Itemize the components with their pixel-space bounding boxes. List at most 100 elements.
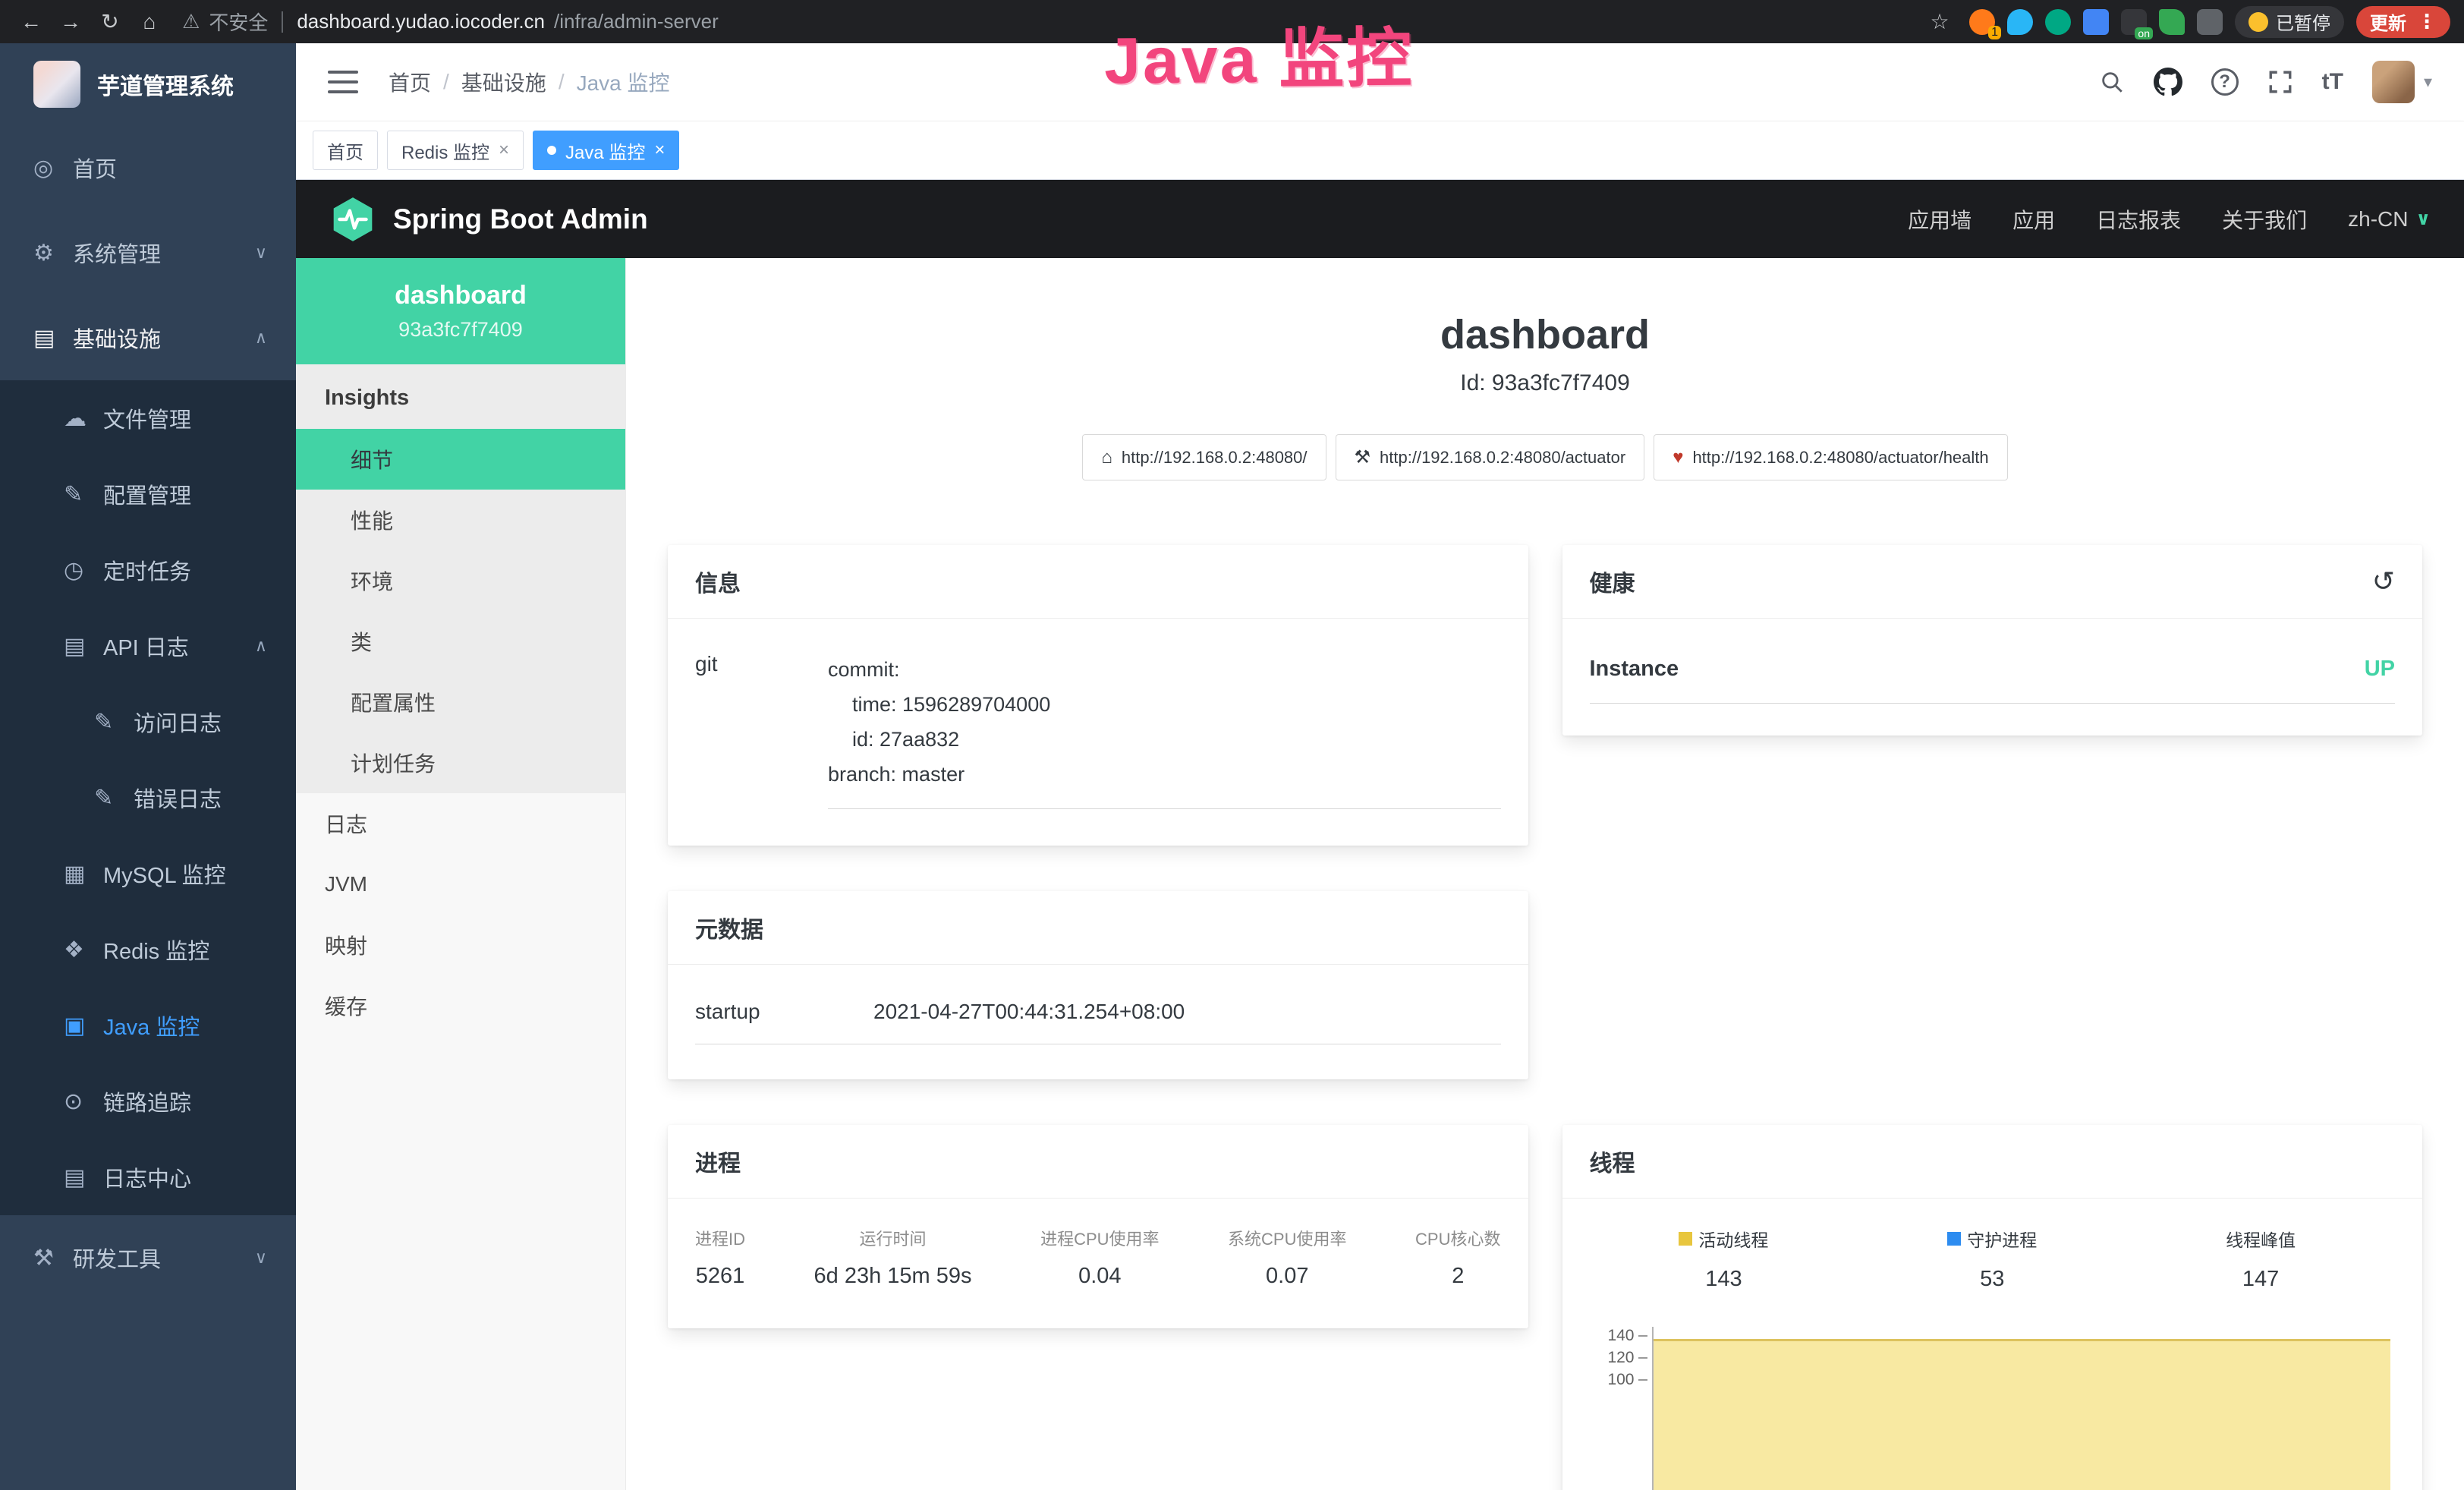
info-line: branch: master bbox=[828, 757, 1501, 792]
sba-language-select[interactable]: zh-CN ∨ bbox=[2348, 207, 2431, 232]
bookmark-star-icon[interactable]: ☆ bbox=[1922, 5, 1957, 39]
sidebar-item-trace[interactable]: ⊙ 链路追踪 bbox=[0, 1063, 296, 1139]
history-icon[interactable]: ↺ bbox=[2372, 565, 2395, 597]
health-instance-label[interactable]: Instance bbox=[1590, 657, 1679, 682]
breadcrumb-infra[interactable]: 基础设施 bbox=[461, 67, 546, 97]
forward-icon[interactable]: → bbox=[53, 5, 88, 39]
user-menu[interactable]: ▾ bbox=[2372, 61, 2432, 103]
tab-redis-monitor[interactable]: Redis 监控 × bbox=[387, 131, 524, 170]
sba-group-label: Insights bbox=[296, 364, 625, 429]
tab-java-monitor[interactable]: Java 监控 × bbox=[533, 131, 679, 170]
app-logo[interactable]: 芋道管理系统 bbox=[0, 43, 296, 125]
sba-item-environment[interactable]: 环境 bbox=[296, 550, 625, 611]
reload-icon[interactable]: ↻ bbox=[93, 5, 127, 39]
app-header: 首页 / 基础设施 / Java 监控 ? tT bbox=[296, 43, 2464, 121]
sba-item-mappings[interactable]: 映射 bbox=[296, 915, 625, 975]
close-icon[interactable]: × bbox=[654, 140, 665, 161]
sba-instance-selector[interactable]: dashboard 93a3fc7f7409 bbox=[296, 258, 625, 364]
link-label: http://192.168.0.2:48080/ bbox=[1122, 448, 1308, 468]
sidebar-item-home[interactable]: ◎ 首页 bbox=[0, 125, 296, 210]
search-icon[interactable] bbox=[2099, 69, 2125, 95]
wrench-icon: ⚒ bbox=[1355, 446, 1371, 468]
breadcrumb-current: Java 监控 bbox=[577, 67, 670, 97]
browser-toolbar: ← → ↻ ⌂ ⚠ 不安全 dashboard.yudao.iocoder.cn… bbox=[0, 0, 2464, 43]
close-icon[interactable]: × bbox=[499, 140, 509, 161]
update-label: 更新 bbox=[2370, 8, 2406, 35]
legend-peak-threads: 线程峰值 147 bbox=[2126, 1226, 2395, 1292]
chevron-down-icon: ∨ bbox=[255, 1248, 267, 1268]
extension-leaf-icon[interactable] bbox=[2159, 9, 2185, 35]
instance-links: ⌂ http://192.168.0.2:48080/ ⚒ http://192… bbox=[668, 434, 2422, 480]
extension-y-icon[interactable] bbox=[2045, 9, 2071, 35]
gear-icon: ⚙ bbox=[33, 240, 73, 266]
y-tick: 100 bbox=[1607, 1371, 1647, 1389]
sidebar-item-java-monitor[interactable]: ▣ Java 监控 bbox=[0, 988, 296, 1063]
table-icon: ▦ bbox=[64, 861, 103, 887]
tab-home[interactable]: 首页 bbox=[313, 131, 378, 170]
address-bar[interactable]: ⚠ 不安全 dashboard.yudao.iocoder.cn/infra/a… bbox=[182, 8, 719, 36]
sidebar-item-error-log[interactable]: ✎ 错误日志 bbox=[0, 760, 296, 836]
sidebar-item-access-log[interactable]: ✎ 访问日志 bbox=[0, 684, 296, 760]
browser-menu-icon[interactable]: ⋮ bbox=[2417, 10, 2437, 33]
sba-brand[interactable]: Spring Boot Admin bbox=[393, 203, 648, 235]
sidebar-item-api-log[interactable]: ▤ API 日志 ∧ bbox=[0, 608, 296, 684]
sba-nav-applications[interactable]: 应用 bbox=[2012, 204, 2055, 235]
fullscreen-icon[interactable] bbox=[2267, 69, 2293, 95]
chevron-up-icon: ∧ bbox=[255, 636, 267, 656]
instance-id: 93a3fc7f7409 bbox=[398, 318, 523, 342]
extension-fox-icon[interactable]: 1 bbox=[1969, 9, 1995, 35]
language-label: zh-CN bbox=[2348, 207, 2408, 232]
extension-grid-icon[interactable] bbox=[2083, 9, 2109, 35]
sba-item-properties[interactable]: 配置属性 bbox=[296, 672, 625, 732]
sba-item-performance[interactable]: 性能 bbox=[296, 490, 625, 550]
info-value: commit: time: 1596289704000 id: 27aa832 … bbox=[828, 652, 1501, 809]
sba-nav-wallboard[interactable]: 应用墙 bbox=[1908, 204, 1972, 235]
sba-item-scheduled-tasks[interactable]: 计划任务 bbox=[296, 732, 625, 793]
sba-item-jvm[interactable]: JVM bbox=[296, 854, 625, 915]
back-icon[interactable]: ← bbox=[14, 5, 49, 39]
metadata-card: 元数据 startup 2021-04-27T00:44:31.254+08:0… bbox=[668, 891, 1528, 1079]
sba-item-classes[interactable]: 类 bbox=[296, 611, 625, 672]
service-url-link[interactable]: ⌂ http://192.168.0.2:48080/ bbox=[1082, 434, 1326, 480]
profile-paused-badge[interactable]: 已暂停 bbox=[2235, 6, 2344, 38]
actuator-url-link[interactable]: ⚒ http://192.168.0.2:48080/actuator bbox=[1336, 434, 1645, 480]
health-url-link[interactable]: ♥ http://192.168.0.2:48080/actuator/heal… bbox=[1654, 434, 2007, 480]
sidebar-item-redis-monitor[interactable]: ❖ Redis 监控 bbox=[0, 912, 296, 988]
sidebar-item-config-manage[interactable]: ✎ 配置管理 bbox=[0, 456, 296, 532]
sba-item-details[interactable]: 细节 bbox=[296, 429, 625, 490]
sidebar-item-label: Java 监控 bbox=[103, 1010, 200, 1041]
sidebar-item-log-center[interactable]: ▤ 日志中心 bbox=[0, 1139, 296, 1215]
extension-drop-icon[interactable] bbox=[2007, 9, 2033, 35]
sba-nav-about[interactable]: 关于我们 bbox=[2222, 204, 2307, 235]
browser-home-icon[interactable]: ⌂ bbox=[132, 5, 167, 39]
column-header: 系统CPU使用率 bbox=[1228, 1226, 1346, 1250]
breadcrumb-home[interactable]: 首页 bbox=[389, 67, 431, 97]
instance-id-line: Id: 93a3fc7f7409 bbox=[668, 370, 2422, 396]
profile-avatar-icon bbox=[2248, 12, 2268, 32]
extensions-puzzle-icon[interactable] bbox=[2197, 9, 2223, 35]
help-icon[interactable]: ? bbox=[2211, 68, 2239, 96]
sidebar-item-dev-tools[interactable]: ⚒ 研发工具 ∨ bbox=[0, 1215, 296, 1300]
column-value: 5261 bbox=[695, 1264, 745, 1289]
sidebar-item-file-manage[interactable]: ☁ 文件管理 bbox=[0, 380, 296, 456]
sidebar-item-infra[interactable]: ▤ 基础设施 ∧ bbox=[0, 295, 296, 380]
extension-on-icon[interactable]: on bbox=[2121, 9, 2147, 35]
text-size-icon[interactable]: tT bbox=[2322, 69, 2343, 95]
sidebar-item-mysql-monitor[interactable]: ▦ MySQL 监控 bbox=[0, 836, 296, 912]
sidebar-item-system[interactable]: ⚙ 系统管理 ∨ bbox=[0, 210, 296, 295]
sidebar-fold-icon[interactable] bbox=[328, 71, 358, 93]
spring-boot-admin-logo-icon[interactable] bbox=[329, 196, 376, 243]
sba-insights-group: Insights 细节 性能 环境 类 配置属性 计划任务 bbox=[296, 364, 625, 793]
column-header: 进程CPU使用率 bbox=[1040, 1226, 1159, 1250]
sidebar-item-label: 首页 bbox=[73, 152, 117, 184]
sba-item-caches[interactable]: 缓存 bbox=[296, 975, 625, 1036]
sidebar-item-scheduled-job[interactable]: ◷ 定时任务 bbox=[0, 532, 296, 608]
column-header: 进程ID bbox=[695, 1226, 745, 1250]
sba-nav-journal[interactable]: 日志报表 bbox=[2096, 204, 2181, 235]
browser-update-button[interactable]: 更新 ⋮ bbox=[2356, 6, 2450, 38]
github-icon[interactable] bbox=[2154, 68, 2182, 96]
avatar bbox=[2372, 61, 2415, 103]
sba-item-logs[interactable]: 日志 bbox=[296, 793, 625, 854]
dashboard-icon: ◎ bbox=[33, 155, 73, 181]
card-title: 健康 bbox=[1590, 565, 1635, 598]
